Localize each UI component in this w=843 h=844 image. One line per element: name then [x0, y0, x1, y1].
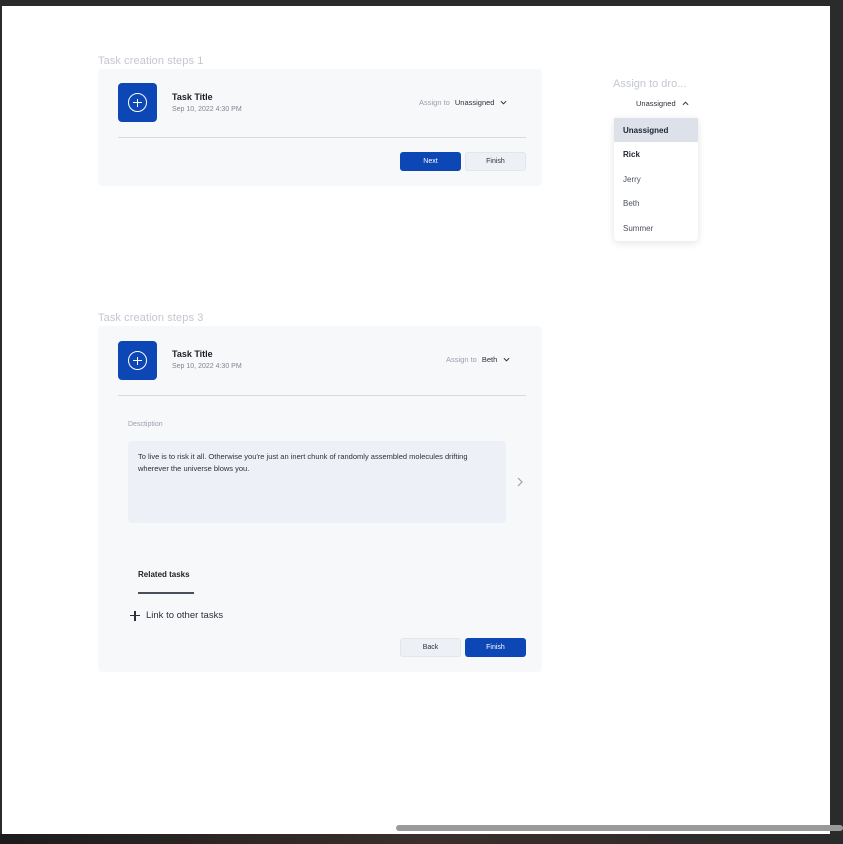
add-task-icon[interactable]	[118, 341, 157, 380]
plus-circle-icon	[128, 351, 147, 370]
dropdown-option-jerry[interactable]: Jerry	[614, 167, 698, 191]
plus-icon	[130, 610, 140, 621]
horizontal-scrollbar[interactable]	[396, 825, 843, 831]
description-text: To live is to risk it all. Otherwise you…	[138, 452, 468, 473]
chevron-down-icon	[500, 100, 507, 105]
link-other-tasks-label: Link to other tasks	[146, 610, 224, 621]
finish-button[interactable]: Finish	[465, 152, 526, 171]
assign-value: Beth	[481, 355, 498, 364]
task-card-step3: Task Title Sep 10, 2022 4:30 PM Assign t…	[98, 326, 542, 672]
frame-label-dropdown: Assign to dro...	[613, 78, 687, 90]
tab-active-indicator	[138, 592, 194, 594]
dropdown-trigger[interactable]: Unassigned	[636, 99, 689, 108]
assignee-dropdown-menu: Unassigned Rick Jerry Beth Summer	[614, 118, 698, 241]
back-button[interactable]: Back	[400, 638, 461, 657]
chevron-down-icon	[503, 357, 510, 362]
finish-button[interactable]: Finish	[465, 638, 526, 657]
description-textarea[interactable]: To live is to risk it all. Otherwise you…	[128, 441, 506, 523]
dropdown-option-summer[interactable]: Summer	[614, 216, 698, 240]
assign-label: Assign to	[419, 98, 450, 107]
assign-label: Assign to	[446, 355, 477, 364]
link-other-tasks[interactable]: Link to other tasks	[130, 610, 223, 621]
divider	[118, 395, 526, 396]
window-bottom-edge	[0, 834, 843, 844]
divider	[118, 137, 526, 138]
task-title: Task Title	[172, 349, 213, 359]
assign-dropdown[interactable]: Assign to Beth	[446, 355, 510, 364]
description-label: Desctiption	[128, 421, 163, 428]
chevron-up-icon	[682, 101, 689, 106]
assign-value: Unassigned	[454, 98, 495, 107]
chevron-right-icon[interactable]	[516, 477, 524, 487]
frame-label-step1: Task creation steps 1	[98, 55, 204, 67]
assign-dropdown[interactable]: Assign to Unassigned	[419, 98, 507, 107]
task-card-step1: Task Title Sep 10, 2022 4:30 PM Assign t…	[98, 69, 542, 186]
dropdown-option-rick[interactable]: Rick	[614, 143, 698, 167]
dropdown-option-unassigned[interactable]: Unassigned	[614, 118, 698, 142]
task-date: Sep 10, 2022 4:30 PM	[172, 106, 242, 113]
frame-label-step3: Task creation steps 3	[98, 312, 204, 324]
plus-circle-icon	[128, 93, 147, 112]
dropdown-trigger-value: Unassigned	[636, 99, 676, 108]
tab-related-tasks[interactable]: Related tasks	[138, 570, 190, 579]
task-title: Task Title	[172, 92, 213, 102]
next-button[interactable]: Next	[400, 152, 461, 171]
task-date: Sep 10, 2022 4:30 PM	[172, 363, 242, 370]
design-canvas: Task creation steps 1 Task Title Sep 10,…	[2, 6, 830, 834]
dropdown-option-beth[interactable]: Beth	[614, 192, 698, 216]
add-task-icon[interactable]	[118, 83, 157, 122]
